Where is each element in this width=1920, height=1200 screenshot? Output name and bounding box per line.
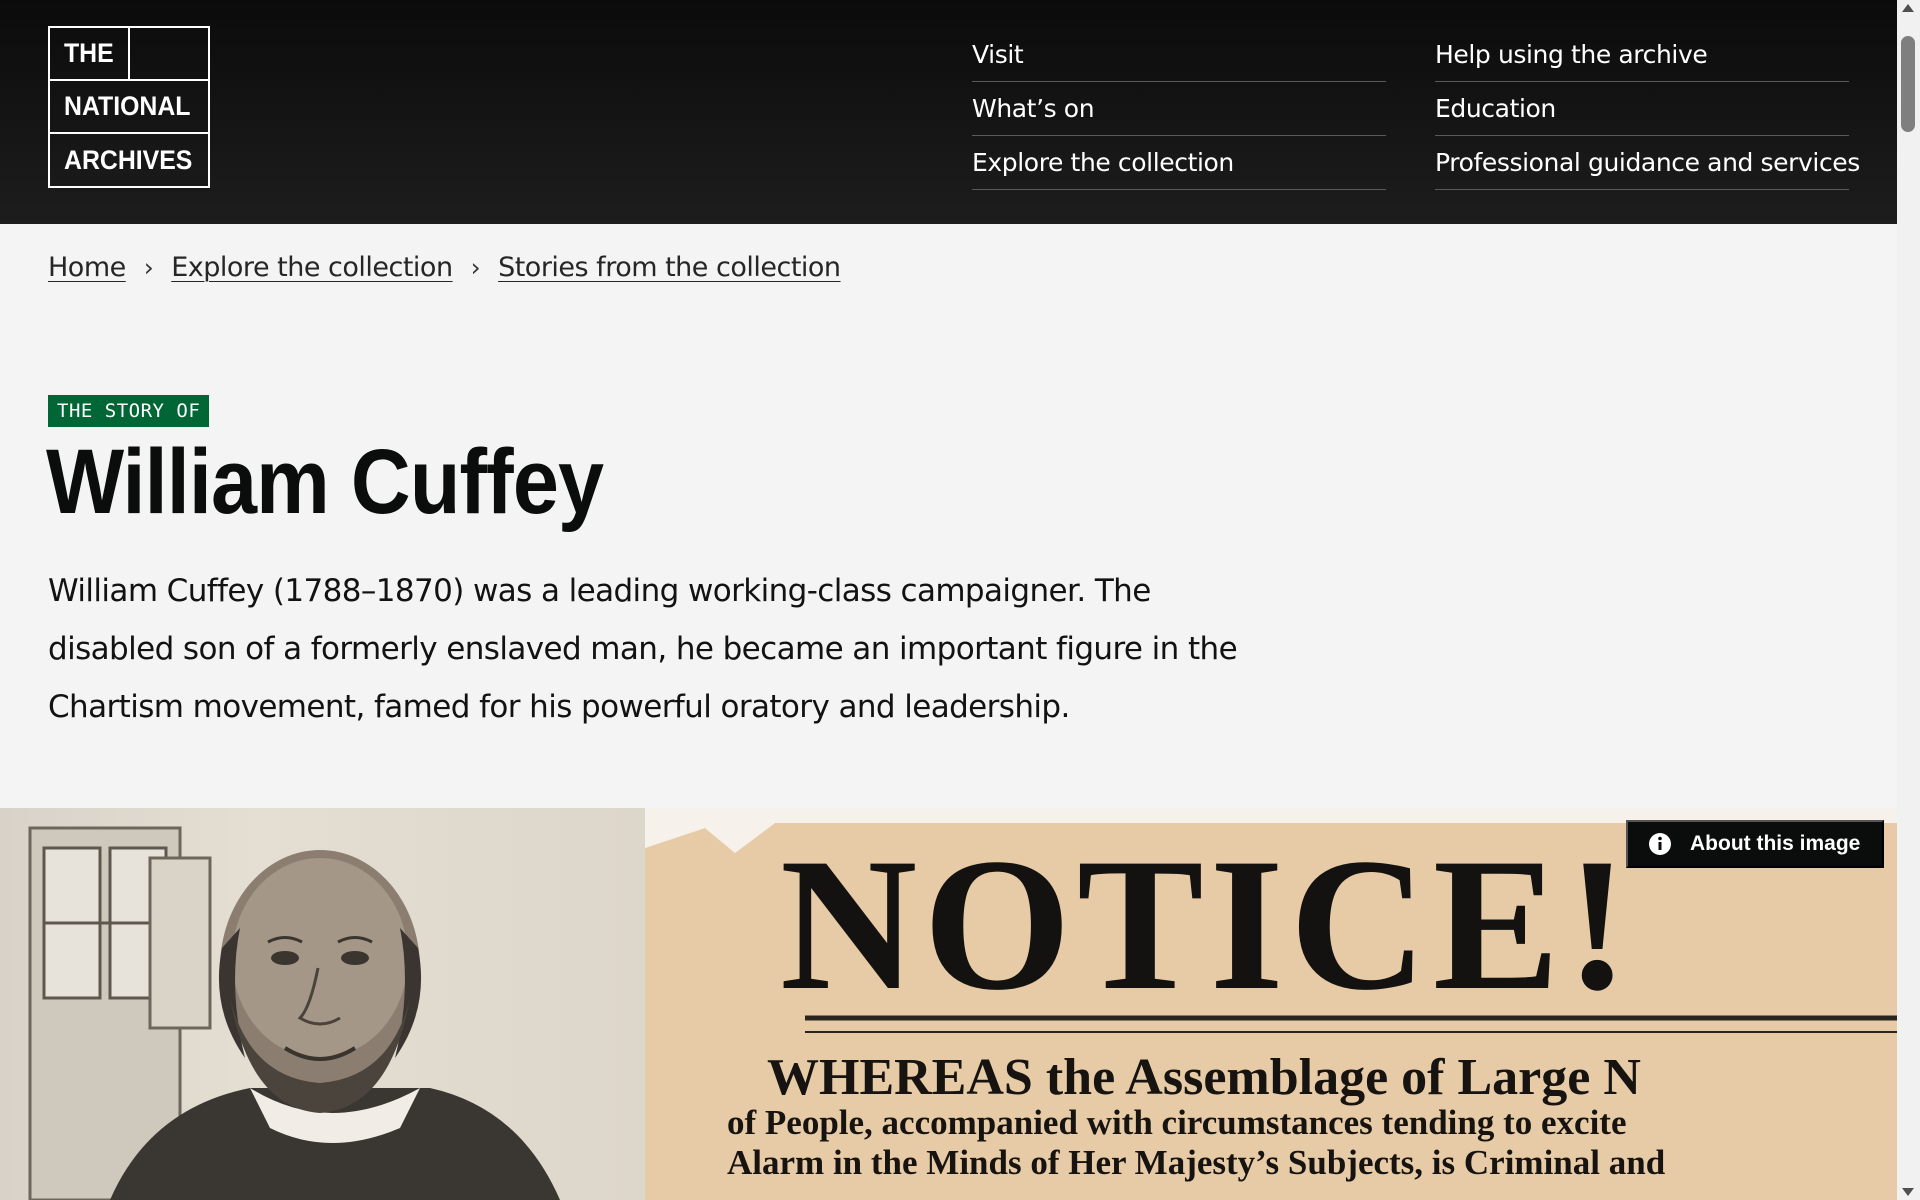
breadcrumb-separator-icon: › (143, 253, 154, 282)
breadcrumb-link-explore-the-collection[interactable]: Explore the collection (171, 252, 453, 283)
nav-link-education[interactable]: Education (1435, 94, 1556, 123)
page-scrollbar[interactable] (1897, 0, 1920, 1200)
breadcrumb-link-stories-from-the-collection[interactable]: Stories from the collection (498, 252, 841, 283)
primary-nav-column-1: Visit What’s on Explore the collection (972, 28, 1386, 190)
hero-image: NOTICE! WHEREAS the Assemblage of Large … (0, 808, 1897, 1200)
logo-line-1: THE (64, 38, 114, 68)
nav-item-education: Education (1435, 82, 1849, 136)
about-this-image-label: About this image (1690, 832, 1861, 855)
intro-paragraph: William Cuffey (1788–1870) was a leading… (48, 573, 1238, 725)
scrollbar-thumb[interactable] (1901, 36, 1915, 132)
scroll-up-arrow-icon[interactable] (1902, 4, 1914, 12)
notice-line-1: WHEREAS the Assemblage of Large N (767, 1049, 1641, 1106)
nav-link-whats-on[interactable]: What’s on (972, 94, 1095, 123)
nav-item-visit: Visit (972, 28, 1386, 82)
logo-row-3: ARCHIVES (50, 134, 208, 187)
site-header: THE NATIONAL ARCHIVES Visit What’s on Ex… (0, 0, 1897, 224)
scroll-down-arrow-icon[interactable] (1902, 1188, 1914, 1196)
breadcrumb: Home › Explore the collection › Stories … (48, 252, 841, 283)
portrait-image (0, 808, 645, 1200)
breadcrumb-link-home[interactable]: Home (48, 252, 126, 283)
notice-line-3: Alarm in the Minds of Her Majesty’s Subj… (727, 1143, 1666, 1182)
logo-row-2: NATIONAL (50, 81, 208, 134)
primary-nav-column-2: Help using the archive Education Profess… (1435, 28, 1860, 190)
breadcrumb-separator-icon: › (470, 253, 481, 282)
nav-item-whats-on: What’s on (972, 82, 1386, 136)
story-eyebrow-label: THE STORY OF (48, 395, 210, 427)
notice-heading: NOTICE! (780, 820, 1635, 1030)
nav-item-explore-the-collection: Explore the collection (972, 136, 1386, 190)
nav-link-explore-the-collection[interactable]: Explore the collection (972, 148, 1234, 177)
about-this-image-button[interactable]: About this image (1626, 820, 1884, 868)
logo-row-1: THE (50, 28, 208, 81)
portrait-illustration (28, 826, 560, 1200)
nav-item-professional-guidance: Professional guidance and services (1435, 136, 1860, 190)
nav-link-help-using-the-archive[interactable]: Help using the archive (1435, 40, 1708, 69)
logo-line-2: NATIONAL (64, 91, 191, 121)
logo-divider (128, 28, 130, 81)
nav-link-professional-guidance[interactable]: Professional guidance and services (1435, 148, 1860, 177)
page-title: William Cuffey (46, 431, 604, 533)
notice-line-2: of People, accompanied with circumstance… (727, 1103, 1627, 1142)
nav-item-help-using-the-archive: Help using the archive (1435, 28, 1849, 82)
national-archives-logo[interactable]: THE NATIONAL ARCHIVES (48, 26, 210, 188)
info-icon (1649, 833, 1671, 855)
nav-link-visit[interactable]: Visit (972, 40, 1024, 69)
logo-line-3: ARCHIVES (64, 145, 193, 175)
